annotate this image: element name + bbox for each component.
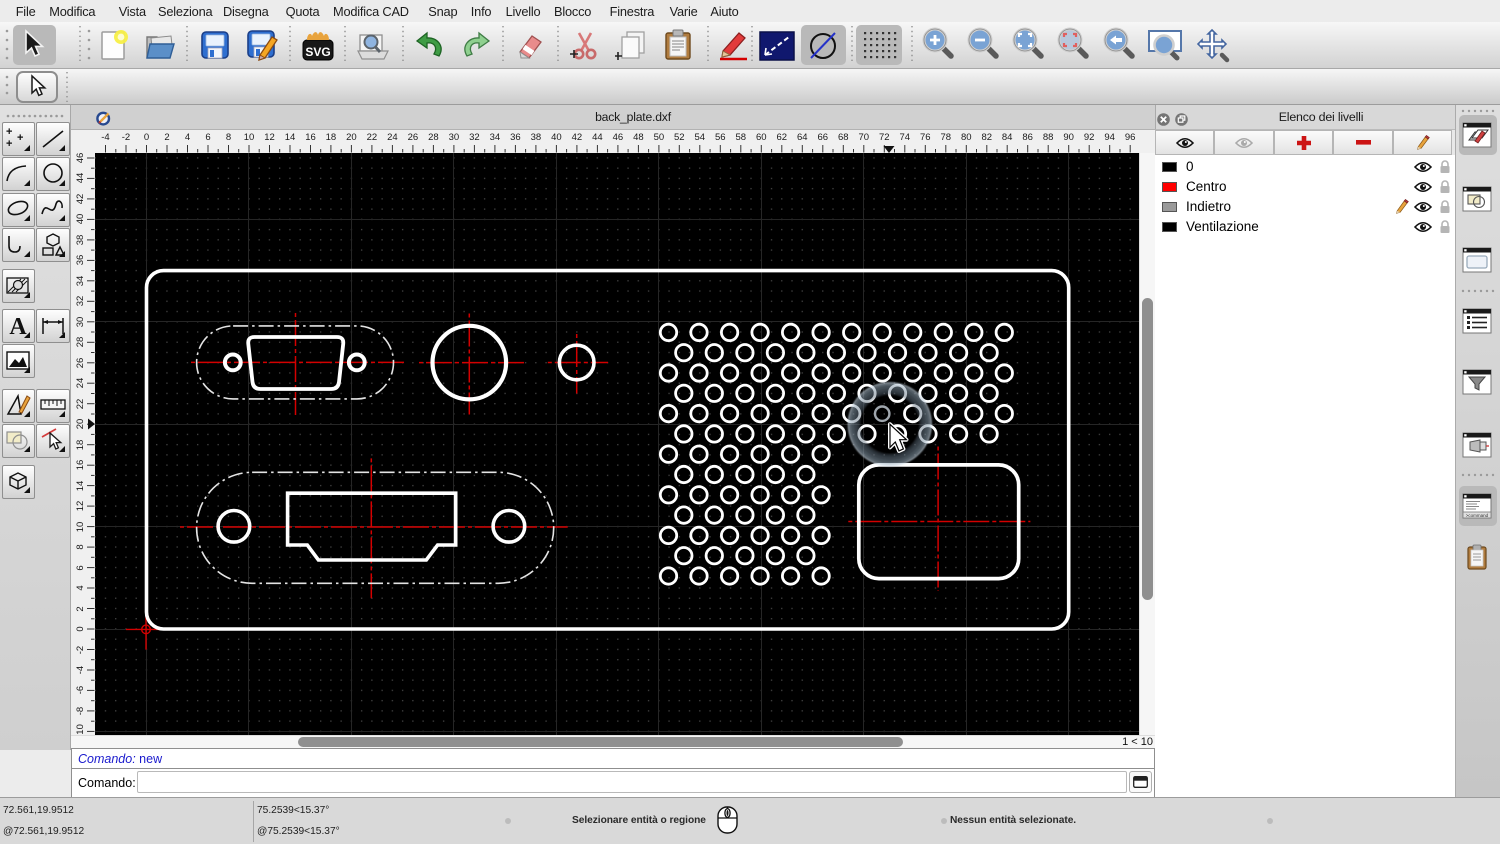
svg-text:A: A	[9, 314, 27, 339]
svg-text:+: +	[6, 138, 12, 150]
svg-text:SVG: SVG	[305, 45, 330, 59]
svg-text:+: +	[17, 132, 23, 144]
svg-text:>command: >command	[1466, 513, 1489, 518]
svg-text:+: +	[6, 126, 12, 138]
